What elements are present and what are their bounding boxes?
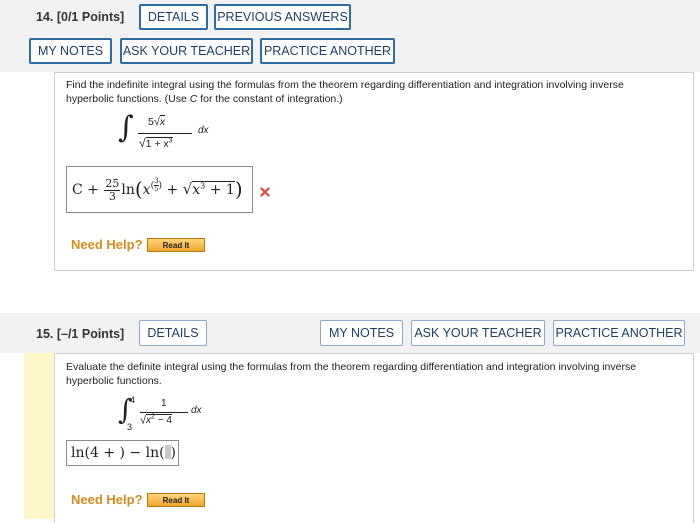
q14-ans-ln: ln	[121, 182, 135, 198]
q14-ans-cplus: C +	[72, 182, 104, 198]
q15-need-help-label: Need Help?	[71, 492, 143, 507]
q15-integrand-denominator: √x2 − 4	[140, 414, 172, 427]
q15-prompt-line1: Evaluate the definite integral using the…	[66, 361, 637, 373]
q14-ans-fraction: 25 3	[104, 176, 121, 203]
q14-prompt-line2a: hyperbolic functions. (Use	[66, 93, 190, 105]
q14-ans-x: x	[142, 182, 151, 198]
q14-integrand-numerator: 5√x	[148, 115, 166, 128]
q15-upper-limit: 4	[130, 395, 136, 405]
q15-fraction-bar	[140, 412, 188, 413]
q15-my-notes-button[interactable]: MY NOTES	[320, 320, 403, 346]
q15-ans-part1: ln(4 + ) − ln(	[71, 445, 165, 461]
q14-details-button[interactable]: DETAILS	[139, 4, 208, 30]
q15-prompt: Evaluate the definite integral using the…	[66, 360, 686, 388]
q14-need-help-label: Need Help?	[71, 237, 143, 252]
q15-lower-limit: 3	[127, 422, 133, 432]
q14-ans-exp-den: 5	[154, 185, 159, 194]
q15-unanswered-indicator	[24, 353, 54, 519]
q15-answer-content: ln(4 + ) − ln()	[71, 445, 176, 461]
q14-integral-sign: ∫	[118, 110, 134, 145]
q14-ans-plus: +	[162, 182, 183, 198]
q14-answer-content: C + 25 3 ln(x(3 5) + √x3 + 1)	[72, 176, 243, 203]
q15-dx: dx	[191, 405, 202, 416]
q15-details-button[interactable]: DETAILS	[139, 320, 207, 346]
q14-read-it-button[interactable]: Read It	[147, 238, 205, 252]
q14-prompt: Find the indefinite integral using the f…	[66, 78, 686, 106]
q14-answer-field[interactable]: C + 25 3 ln(x(3 5) + √x3 + 1)	[66, 166, 253, 213]
q15-integrand-numerator: 1	[161, 398, 167, 409]
q14-ans-rad-x: x	[192, 182, 201, 198]
q15-number-label: 15. [–/1 Points]	[36, 327, 125, 341]
q15-practice-another-button[interactable]: PRACTICE ANOTHER	[553, 320, 685, 346]
q14-ans-rad-rest: + 1	[205, 182, 235, 198]
q15-den-rest: − 4	[154, 415, 172, 427]
q15-ans-part2: )	[170, 445, 177, 461]
q14-fraction-bar	[138, 133, 192, 134]
q14-prompt-line2b: for the constant of integration.)	[197, 93, 343, 105]
q14-den-exp: 3	[168, 137, 173, 145]
q14-dx: dx	[198, 125, 209, 136]
q15-prompt-line2: hyperbolic functions.	[66, 375, 162, 387]
q15-ask-teacher-button[interactable]: ASK YOUR TEACHER	[411, 320, 545, 346]
q14-ask-teacher-button[interactable]: ASK YOUR TEACHER	[120, 38, 253, 64]
q14-ans-frac-den: 3	[108, 189, 116, 203]
q14-integrand-denominator: √1 + x3	[139, 136, 173, 150]
q15-answer-field[interactable]: ln(4 + ) − ln()	[66, 440, 179, 466]
incorrect-x-icon	[260, 184, 270, 197]
q14-my-notes-button[interactable]: MY NOTES	[29, 38, 112, 64]
q14-practice-another-button[interactable]: PRACTICE ANOTHER	[260, 38, 395, 64]
q14-number-label: 14. [0/1 Points]	[36, 10, 125, 24]
q14-den-text: 1 + x	[145, 138, 169, 150]
q14-integral-expression: ∫ 5√x √1 + x3 dx	[118, 110, 238, 162]
q14-ans-frac-num: 25	[104, 176, 121, 191]
q14-num-var: x	[159, 115, 166, 128]
q15-integral-expression: ∫ 4 3 1 √x2 − 4 dx	[118, 393, 238, 435]
q14-previous-answers-button[interactable]: PREVIOUS ANSWERS	[214, 4, 351, 30]
q15-read-it-button[interactable]: Read It	[147, 493, 205, 507]
q14-prompt-line1: Find the indefinite integral using the f…	[66, 79, 624, 91]
